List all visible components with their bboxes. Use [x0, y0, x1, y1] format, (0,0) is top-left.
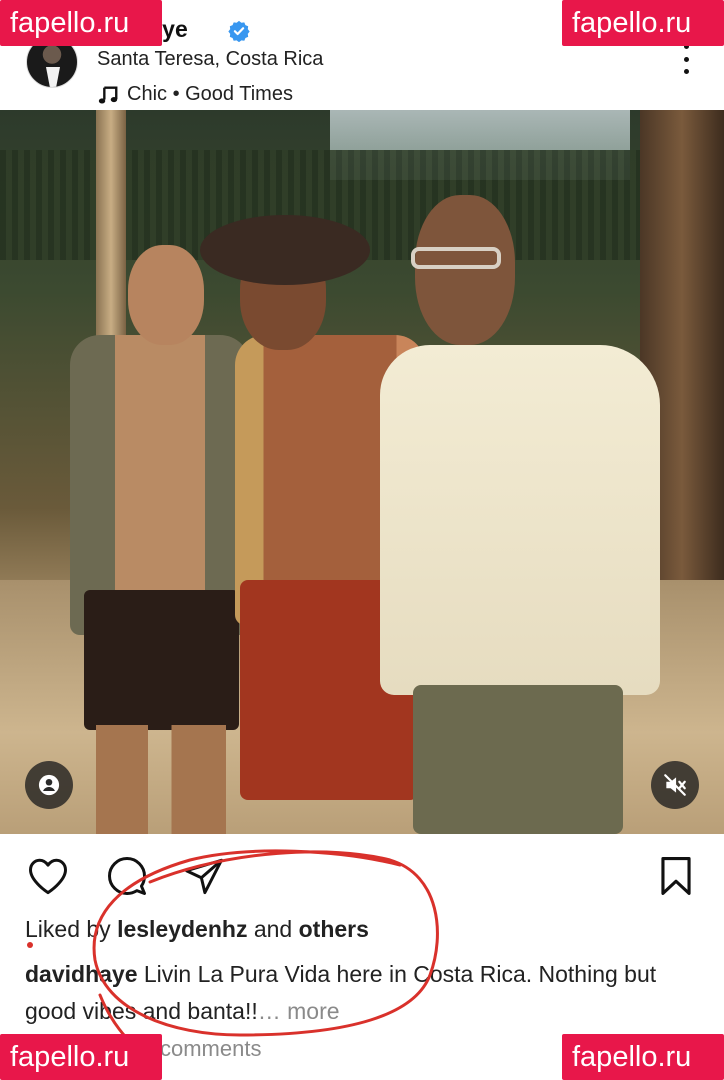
comment-icon[interactable]: [105, 854, 149, 898]
post-photo[interactable]: [0, 110, 724, 834]
user-tag-icon[interactable]: [25, 761, 73, 809]
liked-by-user[interactable]: lesleydenhz: [117, 916, 247, 942]
watermark-top-right: fapello.ru: [562, 0, 724, 46]
action-bar: [0, 838, 724, 908]
music-note-icon: [98, 85, 118, 104]
liked-others[interactable]: others: [299, 916, 369, 942]
more-link[interactable]: … more: [258, 998, 340, 1024]
bookmark-icon[interactable]: [654, 854, 698, 898]
send-icon[interactable]: [182, 854, 226, 898]
verified-badge-icon: [228, 20, 250, 42]
likes-prefix: Liked by: [25, 916, 118, 942]
more-options-icon[interactable]: [676, 44, 696, 74]
muted-speaker-icon[interactable]: [651, 761, 699, 809]
music-label: Chic • Good Times: [127, 83, 293, 105]
location-link[interactable]: Santa Teresa, Costa Rica: [97, 48, 323, 71]
watermark-bottom-right: fapello.ru: [562, 1034, 724, 1080]
likes-summary[interactable]: Liked by lesleydenhz and others: [25, 916, 369, 943]
caption: davidhaye Livin La Pura Vida here in Cos…: [25, 956, 705, 1030]
view-comments-link[interactable]: comments: [160, 1036, 261, 1062]
likes-mid: and: [247, 916, 299, 942]
watermark-bottom-left: fapello.ru: [0, 1034, 162, 1080]
heart-icon[interactable]: [26, 854, 70, 898]
watermark-top-left: fapello.ru: [0, 0, 162, 46]
caption-username[interactable]: davidhaye: [25, 961, 138, 987]
music-link[interactable]: Chic • Good Times: [97, 83, 293, 106]
